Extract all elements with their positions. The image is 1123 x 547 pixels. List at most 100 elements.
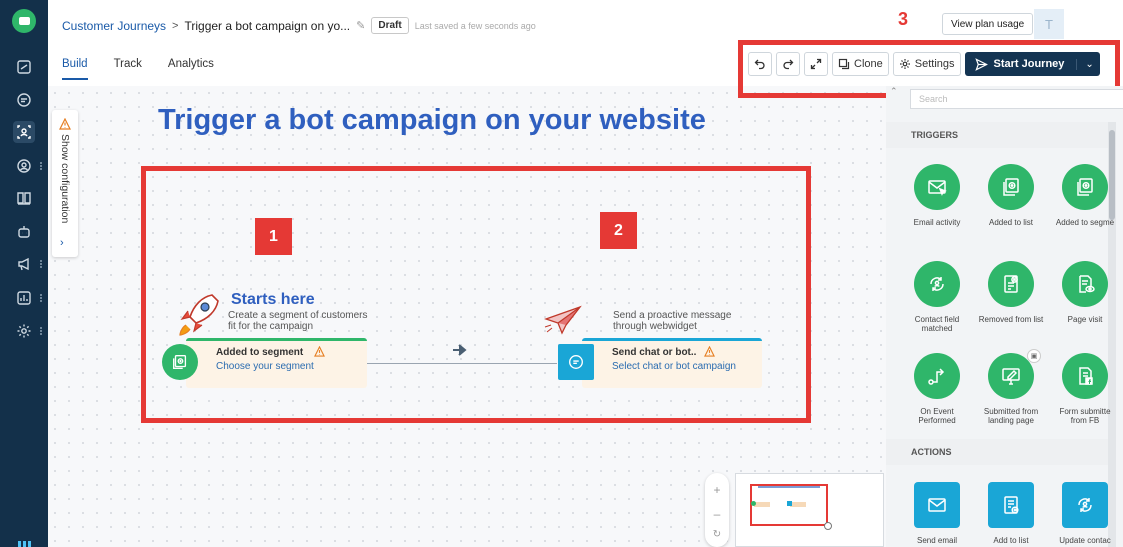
trigger-label: Email activity <box>913 218 961 227</box>
tab-build[interactable]: Build <box>62 58 88 80</box>
edit-name-icon[interactable]: ✎ <box>356 19 365 32</box>
tab-track[interactable]: Track <box>114 58 142 80</box>
warning-icon <box>704 346 715 357</box>
list-add-icon <box>1004 496 1019 514</box>
list-remove-icon <box>1004 275 1018 293</box>
starts-here-title: Starts here <box>231 291 315 308</box>
settings-nav-icon[interactable] <box>13 320 35 342</box>
send-chat-or-bot-node[interactable]: Send chat or bot.. Select chat or bot ca… <box>582 338 762 388</box>
form-fb-icon <box>1079 367 1093 385</box>
minimap-resize-handle[interactable] <box>824 522 832 530</box>
pro-badge-icon: ▣ <box>1027 349 1041 363</box>
minimap-node <box>754 502 770 507</box>
zoom-out-button[interactable]: – <box>705 507 729 521</box>
minimap-title-line <box>758 486 820 488</box>
conversations-nav-icon[interactable] <box>13 89 35 111</box>
journey-tabs: Build Track Analytics <box>62 58 240 80</box>
refresh-person-icon <box>1078 498 1092 512</box>
view-plan-usage-button[interactable]: View plan usage <box>942 13 1034 35</box>
annotation-number-1: 1 <box>255 218 292 255</box>
bots-nav-icon[interactable] <box>13 221 35 243</box>
trigger-added-to-list[interactable]: Added to list <box>976 164 1046 227</box>
action-update-contact[interactable]: Update contac <box>1050 482 1120 545</box>
trigger-label: Submitted from landing page <box>983 407 1039 425</box>
monitor-edit-icon <box>1002 368 1020 385</box>
list-add-icon <box>1003 178 1019 196</box>
announcements-nav-icon[interactable] <box>13 253 35 275</box>
show-configuration-label: Show configuration <box>59 134 71 224</box>
left-nav-rail <box>0 0 48 547</box>
action-add-to-list[interactable]: Add to list <box>976 482 1046 545</box>
trigger-label: On Event Performed <box>918 407 956 425</box>
node-title: Added to segment <box>216 347 304 358</box>
collapse-panel-icon[interactable]: ⌃ <box>890 86 898 97</box>
trigger-label: Form submitte from FB <box>1059 407 1111 425</box>
event-arrow-icon <box>928 368 945 385</box>
canvas-title: Trigger a bot campaign on your website <box>158 104 706 136</box>
tab-analytics[interactable]: Analytics <box>168 58 214 80</box>
status-badge: Draft <box>371 17 409 34</box>
trigger-submitted-from-landing-page[interactable]: Submitted from landing page <box>976 353 1046 425</box>
trigger-label: Added to list <box>988 218 1034 227</box>
trigger-label: Added to segme <box>1055 218 1115 227</box>
chat-action-icon <box>558 344 594 380</box>
triggers-section-header: TRIGGERS <box>886 122 1108 148</box>
envelope-cursor-icon <box>928 180 947 196</box>
last-saved-text: Last saved a few seconds ago <box>414 20 536 31</box>
trigger-form-submitted-from-fb[interactable]: Form submitte from FB <box>1050 353 1120 425</box>
node-subtitle[interactable]: Choose your segment <box>216 361 314 372</box>
trigger-added-to-segment[interactable]: Added to segme <box>1050 164 1120 227</box>
journey-name: Trigger a bot campaign on yo... <box>184 18 351 33</box>
refresh-person-icon <box>930 277 944 291</box>
send-message-description: Send a proactive message through webwidg… <box>613 310 732 332</box>
starts-here-description: Create a segment of customers fit for th… <box>228 310 368 332</box>
trigger-label: Removed from list <box>978 315 1044 324</box>
component-panel: ⌃ Search TRIGGERS ACTIONS Email activity… <box>886 86 1123 547</box>
contacts-nav-icon[interactable] <box>13 155 35 177</box>
minimap-node-icon <box>751 501 756 506</box>
journeys-nav-icon[interactable] <box>13 121 35 143</box>
warning-icon <box>59 118 71 130</box>
added-to-segment-node[interactable]: Added to segment Choose your segment <box>186 338 367 388</box>
minimap-node-icon <box>787 501 792 506</box>
node-subtitle[interactable]: Select chat or bot campaign <box>612 361 736 372</box>
settings-more-icon[interactable] <box>40 326 44 336</box>
trigger-contact-field-matched[interactable]: Contact field matched <box>902 261 972 333</box>
segment-trigger-icon <box>162 344 198 380</box>
breadcrumb-root-link[interactable]: Customer Journeys <box>62 19 166 33</box>
actions-section-header: ACTIONS <box>886 439 1108 465</box>
app-logo-icon[interactable] <box>12 9 36 33</box>
campaigns-nav-icon[interactable] <box>13 56 35 78</box>
minimap-node <box>790 502 806 507</box>
segment-add-icon <box>1077 178 1093 196</box>
warning-icon <box>314 346 325 357</box>
announcements-more-icon[interactable] <box>40 259 44 269</box>
analytics-nav-icon[interactable] <box>13 287 35 309</box>
analytics-more-icon[interactable] <box>40 293 44 303</box>
trigger-label: Page visit <box>1067 315 1103 324</box>
annotation-number-3: 3 <box>897 8 908 29</box>
breadcrumb-separator: > <box>172 19 179 32</box>
avatar[interactable]: T <box>1034 9 1064 39</box>
brand-mark-icon <box>18 541 32 547</box>
action-label: Update contac <box>1059 536 1111 545</box>
contacts-more-icon[interactable] <box>40 161 44 171</box>
envelope-icon <box>928 498 946 512</box>
canvas-minimap[interactable] <box>735 473 884 547</box>
trigger-page-visit[interactable]: Page visit <box>1050 261 1120 324</box>
zoom-in-button[interactable]: + <box>705 483 729 497</box>
chevron-right-icon: › <box>60 237 64 249</box>
action-label: Send email <box>916 536 958 545</box>
trigger-email-activity[interactable]: Email activity <box>902 164 972 227</box>
show-configuration-toggle[interactable]: Show configuration › <box>52 110 78 257</box>
reset-zoom-icon[interactable]: ↻ <box>705 529 729 540</box>
breadcrumb: Customer Journeys > Trigger a bot campai… <box>62 17 536 34</box>
arrow-right-icon <box>453 344 467 356</box>
knowledge-base-nav-icon[interactable] <box>13 187 35 209</box>
component-search-input[interactable]: Search <box>910 89 1123 109</box>
trigger-removed-from-list[interactable]: Removed from list <box>976 261 1046 324</box>
action-send-email[interactable]: Send email <box>902 482 972 545</box>
trigger-label: Contact field matched <box>914 315 960 333</box>
trigger-on-event-performed[interactable]: On Event Performed <box>902 353 972 425</box>
page-eye-icon <box>1079 275 1095 293</box>
